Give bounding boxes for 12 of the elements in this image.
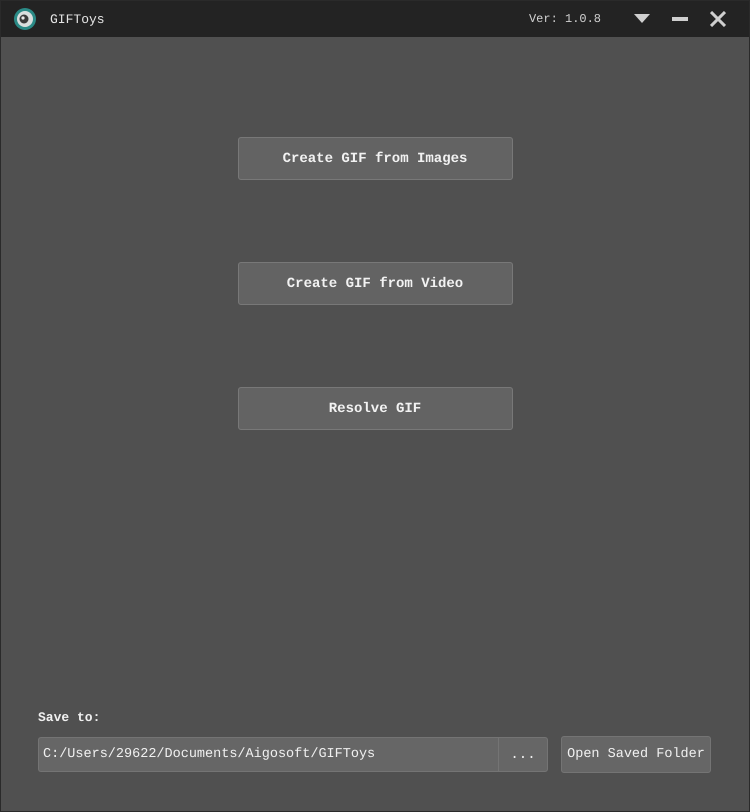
- action-button[interactable]: Resolve GIF: [238, 387, 512, 430]
- open-folder-button[interactable]: Open Saved Folder: [561, 736, 711, 773]
- path-field[interactable]: C:/Users/29622/Documents/Aigosoft/GIFToys: [38, 737, 498, 772]
- version-label: Ver: 1.0.8: [528, 12, 601, 26]
- app-logo-icon: [13, 7, 37, 31]
- close-icon[interactable]: [710, 11, 726, 27]
- window-title: GIFToys: [50, 12, 105, 26]
- browse-button[interactable]: ...: [498, 737, 548, 772]
- save-label: Save to:: [38, 710, 102, 725]
- action-button[interactable]: Create GIF from Video: [238, 262, 512, 305]
- dropdown-caret-icon[interactable]: [634, 14, 650, 24]
- action-button[interactable]: Create GIF from Images: [238, 137, 512, 180]
